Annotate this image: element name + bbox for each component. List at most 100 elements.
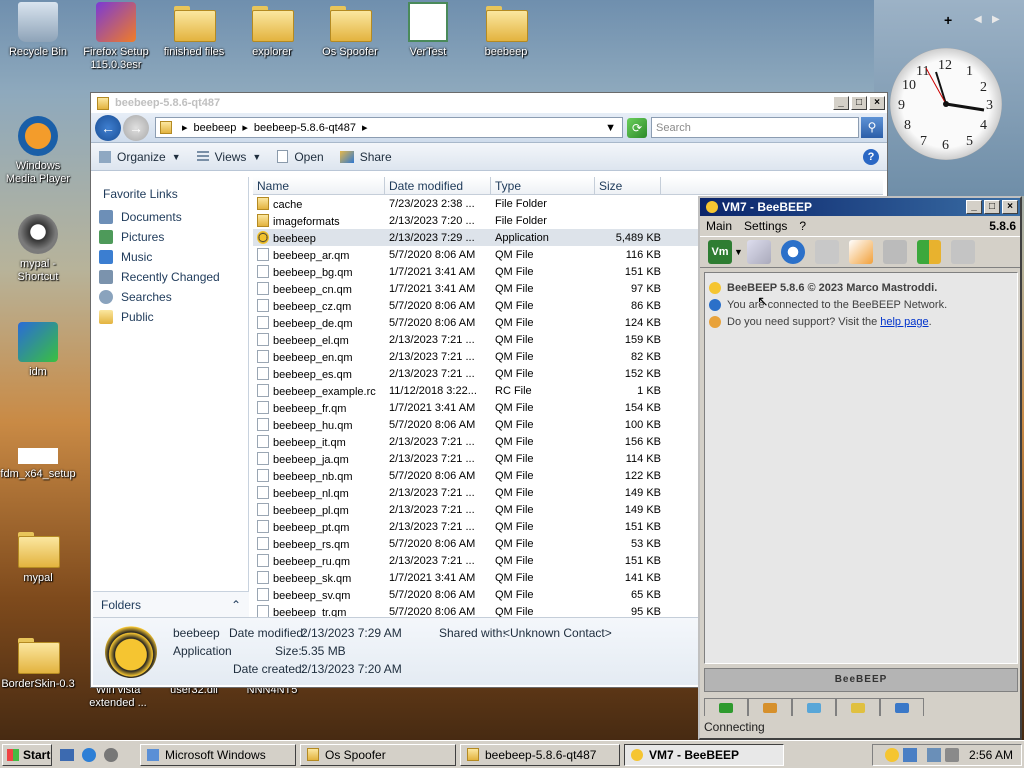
favorite-link-music[interactable]: Music (93, 247, 248, 267)
desktop-icon-beebeep[interactable]: beebeep (468, 2, 544, 59)
favorite-link-recently-changed[interactable]: Recently Changed (93, 267, 248, 287)
task-button[interactable]: VM7 - BeeBEEP (624, 743, 784, 766)
status-vm-icon[interactable]: Vm (708, 240, 732, 264)
menu-main[interactable]: Main (706, 219, 732, 233)
chevron-up-icon: ⌃ (230, 597, 241, 612)
edit-profile-icon[interactable] (746, 240, 771, 264)
next-gadget-icon[interactable]: ▶ (992, 14, 1000, 25)
desktop-icon-idm[interactable]: idm (0, 322, 76, 379)
details-shared: <Unknown Contact> (503, 626, 612, 640)
file-date: 1/7/2021 3:41 AM (385, 402, 491, 414)
menu-help[interactable]: ? (799, 219, 806, 233)
tools-icon[interactable] (882, 240, 907, 264)
breadcrumb-item[interactable]: beebeep (194, 122, 237, 134)
tab-groups[interactable] (748, 698, 792, 716)
tray-network-icon[interactable] (902, 748, 917, 762)
desktop-icon-media-player[interactable]: Windows Media Player (0, 116, 76, 186)
minimize-button[interactable]: _ (833, 96, 849, 110)
tray-display-icon[interactable] (926, 748, 941, 762)
file-name: beebeep_sk.qm (253, 570, 385, 585)
file-type-text: QM File (495, 299, 534, 312)
tab-plugins[interactable] (836, 698, 880, 716)
file-name-text: beebeep_de.qm (273, 317, 353, 330)
file-date: 5/7/2020 8:06 AM (385, 249, 491, 261)
desktop-icon-finished-files[interactable]: finished files (156, 2, 232, 59)
breadcrumb[interactable]: ▸ beebeep ▸ beebeep-5.8.6-qt487 ▸ ▼ (155, 117, 623, 138)
tab-chats[interactable] (792, 698, 836, 716)
beebeep-title-bar[interactable]: VM7 - BeeBEEP _ □ × (700, 198, 1020, 216)
write-message-icon[interactable] (848, 240, 873, 264)
trash-icon[interactable] (950, 240, 975, 264)
show-desktop-icon[interactable] (60, 748, 74, 761)
favorite-link-public[interactable]: Public (93, 307, 248, 327)
tray-bee-icon[interactable] (884, 748, 899, 762)
prev-gadget-icon[interactable]: ◀ (974, 14, 982, 25)
column-header-name[interactable]: Name (253, 177, 385, 195)
file-type-text: QM File (495, 316, 534, 329)
favorite-link-documents[interactable]: Documents (93, 207, 248, 227)
transfer-icon[interactable] (916, 240, 941, 264)
search-input[interactable]: Search (651, 117, 859, 138)
close-button[interactable]: × (1002, 200, 1018, 214)
task-button[interactable]: Os Spoofer (300, 743, 456, 766)
favorite-link-searches[interactable]: Searches (93, 287, 248, 307)
file-type-text: QM File (495, 452, 534, 465)
forward-button[interactable]: → (123, 114, 149, 141)
desktop-icon-borderskin[interactable]: BorderSkin-0.3 (0, 634, 76, 691)
desktop-icon-firefox-setup[interactable]: Firefox Setup 115.0.3esr (78, 2, 154, 72)
folders-toggle[interactable]: Folders ⌃ (93, 591, 249, 617)
tab-users[interactable] (704, 698, 748, 716)
volume-muted-icon[interactable] (944, 748, 959, 762)
column-header-type[interactable]: Type (491, 177, 595, 195)
minimize-button[interactable]: _ (966, 200, 982, 214)
help-icon[interactable]: ? (863, 148, 879, 165)
views-button[interactable]: Views ▼ (196, 150, 261, 164)
chevron-down-icon[interactable]: ▼ (734, 247, 743, 257)
refresh-icon[interactable]: ⟳ (627, 117, 647, 138)
desktop-icon-recycle-bin[interactable]: Recycle Bin (0, 2, 76, 59)
favorite-link-pictures[interactable]: Pictures (93, 227, 248, 247)
start-button[interactable]: Start (2, 743, 52, 766)
close-button[interactable]: × (869, 96, 885, 110)
open-button[interactable]: Open (277, 150, 324, 164)
column-header-size[interactable]: Size (595, 177, 661, 195)
tab-files[interactable] (880, 698, 924, 716)
breadcrumb-item[interactable]: beebeep-5.8.6-qt487 (254, 122, 356, 134)
broadcast-icon[interactable] (814, 240, 839, 264)
chat-area[interactable]: BeeBEEP 5.8.6 © 2023 Marco Mastroddi. Yo… (704, 272, 1018, 664)
task-button[interactable]: Microsoft Windows (140, 743, 296, 766)
file-name: beebeep_de.qm (253, 315, 385, 330)
file-type-text: QM File (495, 333, 534, 346)
file-name-text: beebeep_bg.qm (273, 266, 353, 279)
file-date: 5/7/2020 8:06 AM (385, 419, 491, 431)
chevron-down-icon[interactable]: ▼ (605, 122, 616, 134)
help-page-link[interactable]: help page (880, 316, 928, 328)
ie-icon[interactable] (82, 747, 96, 762)
task-button[interactable]: beebeep-5.8.6-qt487 (460, 743, 620, 766)
column-header-date[interactable]: Date modified (385, 177, 491, 195)
maximize-button[interactable]: □ (984, 200, 1000, 214)
network-icon[interactable] (780, 240, 805, 264)
desktop-icon-explorer[interactable]: explorer (234, 2, 310, 59)
desktop-icon-os-spoofer[interactable]: Os Spoofer (312, 2, 388, 59)
desktop-icon-vertest[interactable]: VerTest (390, 2, 466, 59)
file-date-text: 1/7/2021 3:41 AM (389, 265, 476, 278)
analog-clock[interactable]: 12 1 2 3 4 5 6 7 8 9 10 11 (890, 48, 1002, 160)
explorer-title-bar[interactable]: beebeep-5.8.6-qt487 _ □ × (91, 93, 887, 113)
back-button[interactable]: ← (95, 114, 121, 141)
menu-settings[interactable]: Settings (744, 219, 787, 233)
maximize-button[interactable]: □ (851, 96, 867, 110)
file-icon (257, 281, 269, 295)
organize-button[interactable]: Organize ▼ (99, 150, 181, 164)
raccoon-icon[interactable] (104, 747, 118, 762)
desktop-icon-mypal[interactable]: mypal (0, 528, 76, 585)
add-gadget-icon[interactable]: + (944, 12, 952, 28)
desktop-icon-fdm-setup[interactable]: fdm_x64_setup (0, 424, 76, 481)
share-button[interactable]: Share (339, 150, 392, 164)
desktop-icon-mypal-shortcut[interactable]: mypal - Shortcut (0, 214, 76, 284)
help-icon (709, 315, 721, 328)
clock-time[interactable]: 2:56 AM (969, 748, 1013, 762)
file-date: 5/7/2020 8:06 AM (385, 470, 491, 482)
beebeep-window[interactable]: VM7 - BeeBEEP _ □ × Main Settings ? 5.8.… (698, 196, 1022, 740)
search-icon[interactable]: ⚲ (861, 117, 883, 138)
